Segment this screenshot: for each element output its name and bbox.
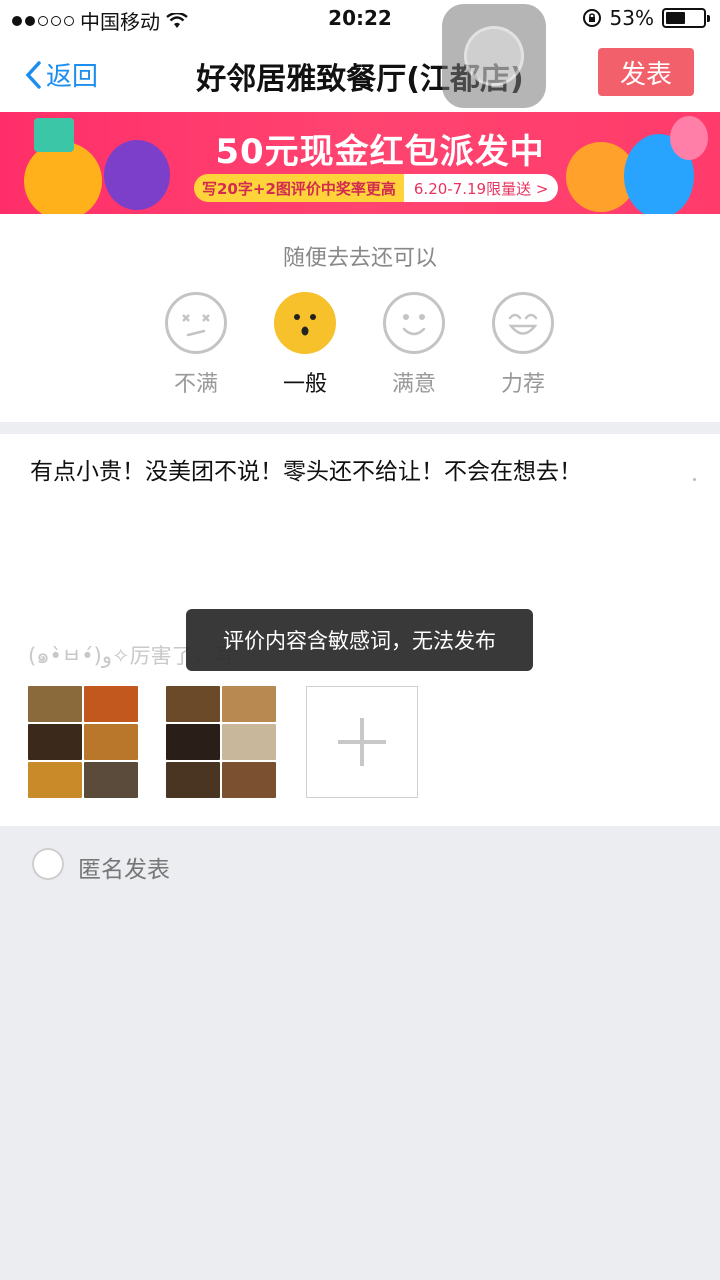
scroll-indicator: [693, 478, 696, 481]
plus-icon: [338, 718, 386, 766]
recommend-face-icon: [492, 292, 554, 354]
rating-option-dissatisfied[interactable]: 不满: [141, 292, 251, 398]
rating-section: 随便去去还可以 不满 一般 满意 力荐: [0, 214, 720, 422]
dissatisfied-face-icon: [165, 292, 227, 354]
photo-thumbnail[interactable]: [166, 686, 276, 798]
anonymous-label: 匿名发表: [78, 857, 170, 883]
banner-subtitle-right: 6.20-7.19限量送 >: [403, 174, 559, 202]
promo-banner[interactable]: 50元现金红包派发中 写20字+2图评价中奖率更高 6.20-7.19限量送 >: [0, 112, 720, 214]
gift-box-icon: [34, 118, 74, 152]
rating-option-label: 不满: [173, 372, 218, 397]
mascot-yellow-icon: [24, 142, 102, 214]
error-toast: 评价内容含敏感词，无法发布: [186, 609, 533, 671]
navigation-bar: 返回 好邻居雅致餐厅(江都店) 发表: [0, 36, 720, 112]
status-bar: 中国移动 20:22 53%: [0, 0, 720, 36]
review-textarea[interactable]: 有点小贵！没美团不说！零头还不给让！不会在想去！: [30, 452, 582, 486]
average-face-icon: [274, 292, 336, 354]
publish-button[interactable]: 发表: [598, 48, 694, 96]
balloon-icon: [670, 116, 708, 160]
banner-subtitle-left: 写20字+2图评价中奖率更高: [194, 174, 404, 202]
rating-option-label: 满意: [391, 372, 436, 397]
anonymous-radio[interactable]: [32, 848, 64, 880]
orientation-lock-icon: [582, 9, 601, 27]
section-divider: [0, 422, 720, 434]
rating-option-label: 一般: [282, 372, 327, 397]
banner-subtitle: 写20字+2图评价中奖率更高 6.20-7.19限量送 >: [194, 174, 559, 202]
rating-option-satisfied[interactable]: 满意: [359, 292, 469, 398]
mascot-purple-icon: [104, 140, 170, 210]
rating-option-label: 力荐: [500, 372, 545, 397]
banner-title: 50元现金红包派发中: [215, 132, 545, 172]
add-photo-button[interactable]: [306, 686, 418, 798]
battery-icon: [662, 8, 710, 28]
status-right: 53%: [582, 6, 710, 30]
rating-option-average[interactable]: 一般: [250, 292, 360, 398]
anonymous-option[interactable]: 匿名发表: [0, 826, 720, 906]
photo-list: [28, 686, 418, 798]
assistive-touch-button[interactable]: [442, 4, 546, 108]
rating-option-recommend[interactable]: 力荐: [468, 292, 578, 398]
rating-prompt: 随便去去还可以: [282, 246, 437, 271]
photo-thumbnail[interactable]: [28, 686, 138, 798]
battery-percent: 53%: [609, 6, 654, 30]
satisfied-face-icon: [383, 292, 445, 354]
